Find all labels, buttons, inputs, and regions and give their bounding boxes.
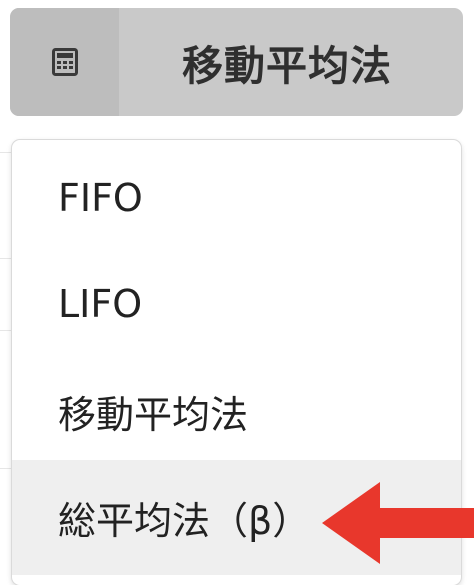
red-arrow-pointing-left-icon — [322, 482, 474, 564]
menu-item-lifo[interactable]: LIFO — [12, 246, 461, 361]
selected-method-label: 移動平均法 — [182, 42, 392, 90]
menu-item-moving-average[interactable]: 移動平均法 — [12, 354, 461, 469]
menu-item-fifo[interactable]: FIFO — [12, 140, 461, 255]
method-selector-button[interactable]: 移動平均法 — [10, 8, 463, 116]
calculator-icon — [51, 48, 78, 76]
calculator-icon-box — [10, 8, 119, 116]
